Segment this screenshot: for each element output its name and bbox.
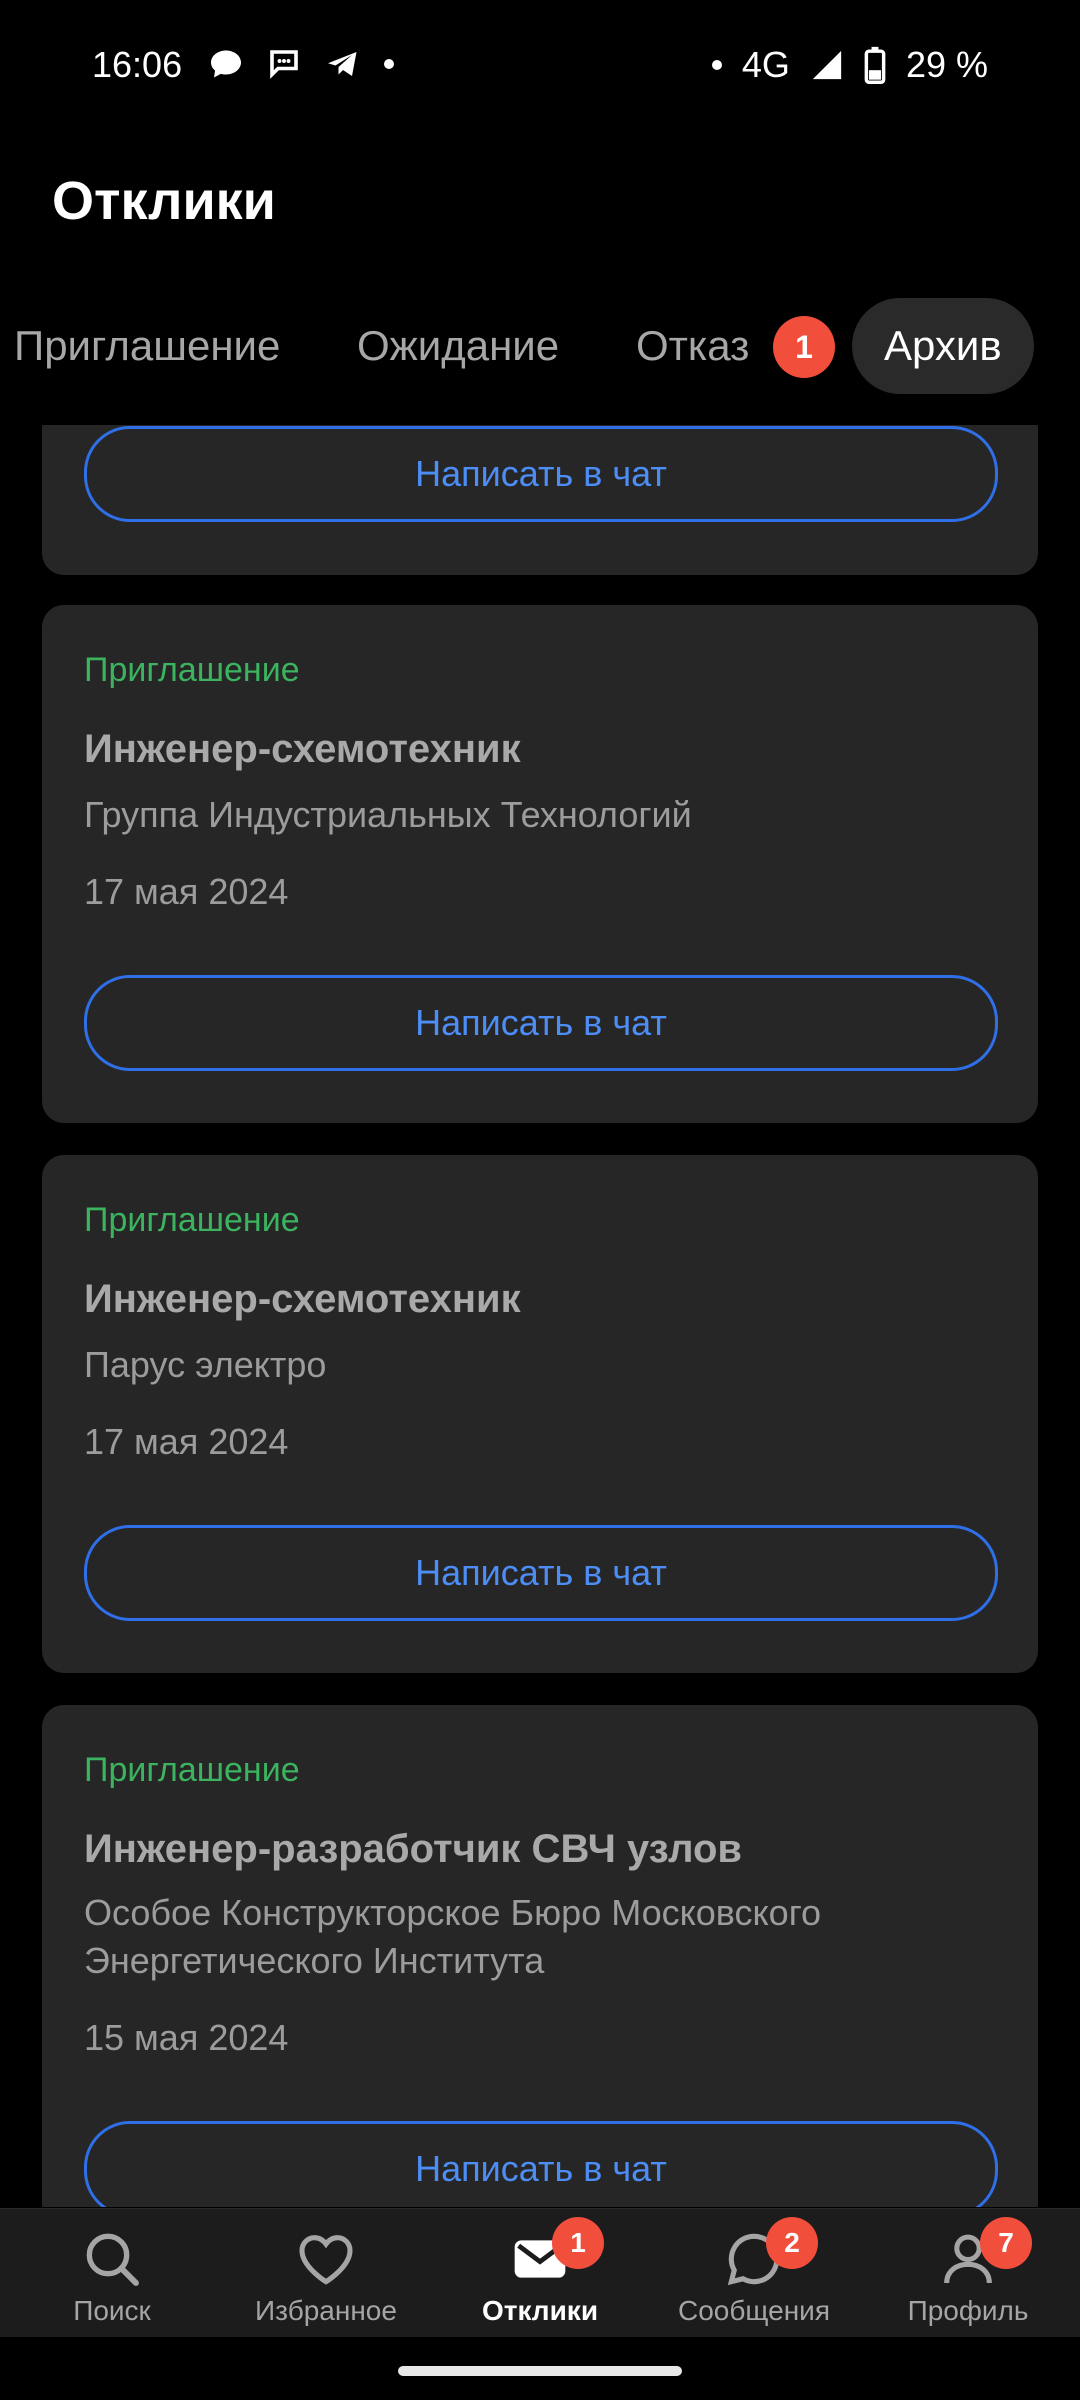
job-title: Инженер-разработчик СВЧ узлов <box>84 1827 743 1871</box>
nav-profile-badge: 7 <box>980 2217 1032 2269</box>
company-name: Группа Индустриальных Технологий <box>84 794 692 835</box>
status-label: Приглашение <box>84 1201 300 1239</box>
job-title: Инженер-схемотехник <box>84 1277 521 1321</box>
status-bar: 16:06 4G 29 % <box>0 0 1080 130</box>
nav-responses-badge: 1 <box>552 2217 604 2269</box>
page-title: Отклики <box>52 171 276 231</box>
response-card[interactable]: Приглашение Инженер-схемотехник Группа И… <box>42 605 1038 1123</box>
telegram-icon <box>328 52 357 76</box>
response-card: Написать в чат <box>42 425 1038 575</box>
nav-messages-badge: 2 <box>766 2217 818 2269</box>
write-to-chat-button[interactable]: Написать в чат <box>84 2121 998 2207</box>
response-date: 17 мая 2024 <box>84 1421 289 1462</box>
company-name: Парус электро <box>84 1344 327 1385</box>
battery-icon <box>864 46 886 84</box>
message-notification-icon <box>211 50 241 78</box>
battery-percent: 29 % <box>905 44 988 85</box>
status-label: Приглашение <box>84 651 300 689</box>
nav-responses-label: Отклики <box>481 2295 599 2326</box>
nav-messages[interactable]: 2 Сообщения <box>646 2209 862 2337</box>
tab-invitation[interactable]: Приглашение <box>14 298 280 394</box>
dot-icon <box>711 60 722 70</box>
tabs-bar: Приглашение Ожидание Отказ 1 Архив <box>0 298 1080 398</box>
nav-profile[interactable]: 7 Профиль <box>860 2209 1076 2337</box>
bottom-navigation: Поиск Избранное 1 Отклики 2 Сообщения 7 … <box>0 2208 1080 2337</box>
nav-profile-label: Профиль <box>907 2295 1029 2326</box>
nav-responses[interactable]: 1 Отклики <box>432 2209 648 2337</box>
response-card[interactable]: Приглашение Инженер-разработчик СВЧ узло… <box>42 1705 1038 2207</box>
nav-favorites-label: Избранное <box>255 2295 397 2326</box>
job-title: Инженер-схемотехник <box>84 727 521 771</box>
chat-notification-icon <box>270 50 298 79</box>
system-status: 4G 29 % <box>711 44 988 86</box>
response-date: 15 мая 2024 <box>84 2017 289 2058</box>
network-type: 4G <box>741 44 790 85</box>
tab-archive[interactable]: Архив <box>852 298 1034 394</box>
status-label: Приглашение <box>84 1751 300 1789</box>
search-icon <box>86 2233 139 2286</box>
response-date: 17 мая 2024 <box>84 871 289 912</box>
nav-search[interactable]: Поиск <box>4 2209 220 2337</box>
response-card[interactable]: Приглашение Инженер-схемотехник Парус эл… <box>42 1155 1038 1673</box>
tab-rejection[interactable]: Отказ <box>636 298 749 394</box>
write-to-chat-button[interactable]: Написать в чат <box>84 1525 998 1621</box>
write-to-chat-button[interactable]: Написать в чат <box>84 426 998 522</box>
more-notifications-icon <box>384 59 394 69</box>
status-time: 16:06 <box>92 44 183 85</box>
notification-icons <box>208 46 394 82</box>
tab-waiting[interactable]: Ожидание <box>357 298 559 394</box>
company-name: Особое Конструкторское Бюро Московского … <box>84 1892 822 1981</box>
nav-messages-label: Сообщения <box>678 2295 830 2326</box>
nav-favorites[interactable]: Избранное <box>218 2209 434 2337</box>
gesture-navigation-bar[interactable] <box>398 2366 682 2376</box>
nav-search-label: Поиск <box>73 2295 151 2326</box>
tab-rejection-badge: 1 <box>773 316 835 378</box>
responses-list: Написать в чат Приглашение Инженер-схемо… <box>0 425 1080 2207</box>
signal-icon <box>812 50 842 80</box>
heart-icon <box>299 2235 353 2285</box>
write-to-chat-button[interactable]: Написать в чат <box>84 975 998 1071</box>
